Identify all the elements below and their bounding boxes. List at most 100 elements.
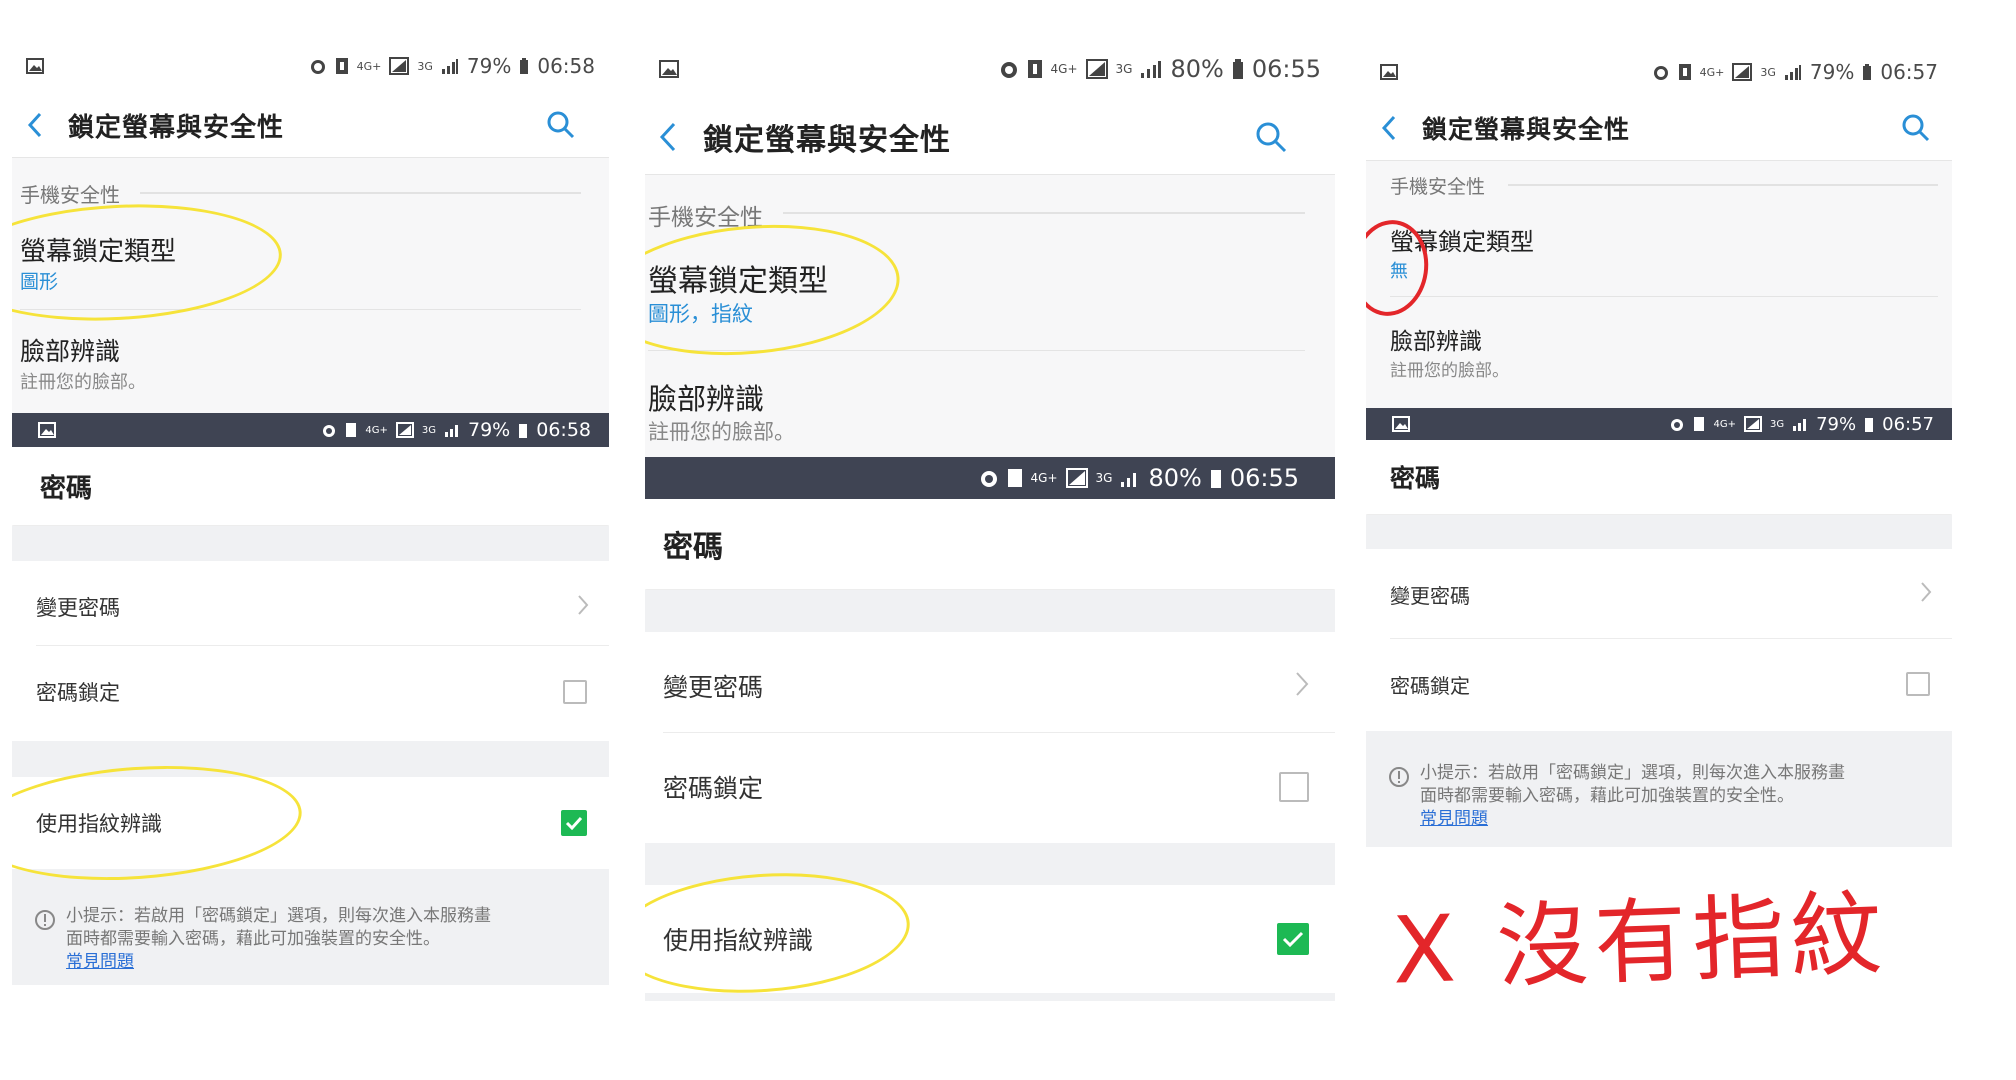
screenshot-panel-2: 4G+ 3G 80% 06:55 鎖定螢幕與安全性 手機安全性 螢幕鎖定類型 圖… [645, 46, 1335, 1001]
battery-percent: 79% [468, 419, 511, 441]
handwritten-note: X 沒有指紋 [1390, 880, 1891, 1005]
face-recognition-sub: 註冊您的臉部。 [648, 420, 795, 444]
info-icon [34, 909, 56, 931]
search-icon[interactable] [1255, 121, 1287, 153]
network-4g-label: 4G+ [1050, 62, 1078, 76]
battery-percent: 79% [1809, 60, 1855, 84]
status-bar: 4G+ 3G 79% 06:57 [1366, 52, 1952, 92]
grey-spacer [1366, 515, 1952, 549]
password-lock-item[interactable]: 密碼鎖定 [645, 733, 1335, 841]
network-3g-label: 3G [417, 59, 433, 73]
tip-line-1: 小提示：若啟用「密碼鎖定」選項，則每次進入本服務畫 [66, 906, 491, 926]
signal-icon [1743, 416, 1762, 432]
signal-bars-icon [444, 423, 460, 437]
sim-icon [1007, 468, 1023, 488]
network-4g-label: 4G+ [356, 59, 382, 73]
face-recognition-sub: 註冊您的臉部。 [1390, 361, 1509, 381]
image-notification-icon [1380, 64, 1398, 80]
status-bar-dark: 4G+ 3G 79% 06:57 [1366, 408, 1952, 440]
change-password-label: 變更密碼 [36, 596, 120, 620]
change-password-item[interactable]: 變更密碼 [645, 632, 1335, 740]
battery-icon [518, 422, 528, 438]
sim-icon [1027, 59, 1043, 79]
app-header: 鎖定螢幕與安全性 [1366, 100, 1952, 156]
page-title: 鎖定螢幕與安全性 [68, 112, 285, 143]
password-screen-title: 密碼 [40, 473, 93, 504]
app-header: 鎖定螢幕與安全性 [645, 102, 1335, 172]
info-icon [1388, 766, 1410, 788]
bottom-band [645, 993, 1335, 1001]
app-header: 鎖定螢幕與安全性 [12, 95, 609, 155]
page-title: 鎖定螢幕與安全性 [703, 123, 951, 158]
search-icon[interactable] [1902, 114, 1930, 142]
alarm-icon [1652, 63, 1670, 81]
password-lock-label: 密碼鎖定 [663, 774, 764, 803]
item-divider [1390, 296, 1938, 297]
faq-link[interactable]: 常見問題 [66, 952, 134, 972]
battery-icon [519, 57, 529, 75]
signal-icon [389, 57, 410, 75]
signal-bars-icon [1140, 60, 1162, 78]
change-password-label: 變更密碼 [663, 673, 764, 702]
battery-icon [1210, 467, 1222, 489]
clock-time: 06:55 [1229, 464, 1299, 492]
signal-icon [1732, 63, 1753, 81]
network-3g-label: 3G [1095, 471, 1113, 485]
signal-bars-icon [441, 58, 459, 74]
password-lock-checkbox[interactable] [1279, 772, 1309, 802]
password-lock-checkbox[interactable] [563, 680, 587, 704]
network-4g-label: 4G+ [1030, 471, 1058, 485]
signal-bars-icon [1784, 64, 1802, 80]
alarm-icon [1669, 416, 1685, 432]
password-screen-title-bar: 密碼 [645, 499, 1335, 589]
network-4g-label: 4G+ [365, 424, 388, 436]
password-lock-checkbox[interactable] [1906, 672, 1930, 696]
use-fingerprint-checkbox[interactable] [1277, 923, 1309, 955]
password-screen-title: 密碼 [663, 530, 723, 565]
face-recognition-item[interactable]: 臉部辨識 [648, 376, 764, 418]
battery-percent: 80% [1170, 55, 1224, 83]
use-fingerprint-checkbox[interactable] [561, 810, 587, 836]
tip-line-2: 面時都需要輸入密碼，藉此可加強裝置的安全性。 [1420, 785, 1794, 806]
chevron-right-icon [577, 594, 589, 620]
network-4g-label: 4G+ [1699, 65, 1725, 79]
back-arrow-icon[interactable] [20, 105, 50, 145]
network-3g-label: 3G [1769, 418, 1785, 430]
alarm-icon [999, 59, 1019, 79]
signal-bars-icon [1120, 469, 1140, 487]
faq-link[interactable]: 常見問題 [1420, 809, 1488, 829]
network-3g-label: 3G [1760, 65, 1776, 79]
tip-line-2: 面時都需要輸入密碼，藉此可加強裝置的安全性。 [66, 928, 440, 949]
section-line [1508, 184, 1938, 186]
sim-icon [345, 422, 357, 438]
battery-percent: 79% [466, 54, 512, 78]
image-notification-icon [659, 60, 679, 78]
grey-spacer [12, 526, 609, 561]
alarm-icon [979, 468, 999, 488]
image-notification-icon [38, 422, 56, 438]
change-password-item[interactable]: 變更密碼 [1366, 549, 1952, 639]
change-password-item[interactable]: 變更密碼 [12, 561, 609, 653]
status-bar: 4G+ 3G 79% 06:58 [12, 45, 609, 87]
back-arrow-icon[interactable] [653, 115, 683, 159]
section-header-phone-security: 手機安全性 [1390, 176, 1486, 198]
signal-icon [395, 422, 414, 438]
grey-spacer [645, 590, 1335, 632]
password-lock-label: 密碼鎖定 [36, 681, 120, 705]
search-icon[interactable] [547, 111, 575, 139]
clock-time: 06:57 [1880, 60, 1938, 84]
battery-icon [1232, 58, 1244, 80]
face-recognition-item[interactable]: 臉部辨識 [20, 332, 120, 368]
clock-time: 06:57 [1882, 413, 1934, 435]
signal-bars-icon [1792, 417, 1808, 431]
sim-icon [1693, 416, 1705, 432]
tip-text: 小提示：若啟用「密碼鎖定」選項，則每次進入本服務畫 面時都需要輸入密碼，藉此可加… [1420, 762, 1940, 831]
tip-text: 小提示：若啟用「密碼鎖定」選項，則每次進入本服務畫 面時都需要輸入密碼，藉此可加… [66, 905, 606, 974]
section-header-phone-security: 手機安全性 [20, 183, 120, 207]
password-lock-item[interactable]: 密碼鎖定 [1366, 639, 1952, 729]
network-3g-label: 3G [421, 424, 436, 436]
back-arrow-icon[interactable] [1374, 108, 1404, 148]
face-recognition-item[interactable]: 臉部辨識 [1390, 322, 1482, 356]
password-lock-item[interactable]: 密碼鎖定 [12, 646, 609, 738]
clock-time: 06:58 [537, 54, 595, 78]
